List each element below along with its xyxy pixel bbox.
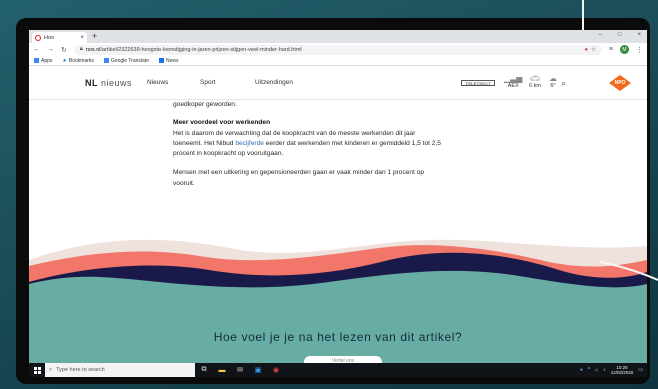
search-icon: ⌕ — [49, 366, 53, 373]
search-icon[interactable]: ⌕ — [561, 78, 566, 89]
bookmark-news[interactable]: News — [159, 58, 179, 64]
bookmark-star-icon[interactable]: ☆ — [591, 47, 596, 53]
window-controls: – □ × — [599, 32, 641, 38]
chrome-icon[interactable]: ◉ — [267, 363, 285, 377]
chart-icon: ▁▃▅ — [504, 74, 523, 83]
taskbar-search-placeholder: Type here to search — [56, 367, 105, 373]
reading-list-icon[interactable]: ≡ — [609, 46, 613, 53]
url-domain: nos.nl — [85, 46, 101, 53]
opera-icon — [35, 34, 41, 41]
apps-grid-icon — [34, 58, 39, 63]
tab-close-icon[interactable]: × — [80, 35, 84, 41]
taskbar-search[interactable]: ⌕ Type here to search — [45, 363, 195, 377]
lock-icon: 🔒︎ — [79, 46, 83, 52]
bookmark-google-translate[interactable]: Google Translate — [103, 58, 149, 64]
windows-logo-icon — [33, 366, 41, 374]
network-icon[interactable]: ⌂ — [595, 367, 598, 373]
tab-title: Hoo — [44, 34, 55, 41]
windows-taskbar: ⌕ Type here to search ⧉ ▬ ✉ ▣ ◉ ● ^ ⌂ ♪ … — [29, 363, 647, 377]
bookmark-apps[interactable]: Apps — [34, 58, 52, 64]
reload-icon[interactable]: ↻ — [61, 46, 67, 54]
minimize-button[interactable]: – — [599, 32, 602, 38]
npo-logo[interactable]: NPO — [609, 75, 631, 91]
volume-icon[interactable]: ♪ — [603, 367, 606, 373]
nos-logo[interactable]: NL nieuws — [85, 78, 132, 88]
site-header: NL nieuws Nieuws Sport Uitzendingen TELE… — [29, 66, 647, 100]
aex-widget[interactable]: ▁▃▅ AEX — [504, 74, 522, 89]
bookmarks-bar: Apps ★ Bookmarks Google Translate News — [29, 56, 647, 66]
new-tab-button[interactable]: + — [92, 31, 97, 41]
url-path: /artikel/2322639-hoogste-loonstijging-in… — [100, 46, 302, 53]
monitor-screen: Hoo × + – □ × ← → ↻ 🔒︎ nos.nl/artikel/23… — [29, 30, 647, 377]
file-explorer-icon[interactable]: ▬ — [213, 363, 231, 377]
maximize-button[interactable]: □ — [618, 32, 622, 38]
star-icon: ★ — [62, 57, 67, 64]
system-tray: ● ^ ⌂ ♪ 10:25 12/02/2020 ▭ — [580, 365, 647, 375]
task-view-icon[interactable]: ⧉ — [195, 363, 213, 377]
nav-uitzendingen[interactable]: Uitzendingen — [255, 79, 293, 86]
browser-tab-strip: Hoo × + – □ × — [29, 30, 647, 43]
feedback-question: Hoe voel je je na het lezen van dit arti… — [213, 330, 463, 344]
cloud-rain-icon: ☁︎ — [549, 74, 557, 83]
article-body: goedkoper geworden. Meer voordeel voor w… — [173, 100, 443, 189]
taskbar-clock[interactable]: 10:25 12/02/2020 — [611, 365, 634, 375]
article-paragraph: Het is daarom de verwachting dat de koop… — [173, 129, 441, 158]
forward-arrow-icon[interactable]: → — [47, 46, 54, 53]
translate-icon — [103, 58, 109, 63]
close-window-button[interactable]: × — [637, 32, 641, 38]
notifications-icon[interactable]: ▭ — [638, 367, 643, 373]
teletekst-button[interactable]: TELETEKST — [461, 80, 495, 86]
article-paragraph: Mensen met een uitkering en gepensioneer… — [173, 169, 425, 187]
browser-tab[interactable]: Hoo × — [32, 32, 87, 43]
traffic-widget[interactable]: 🚗︎ 6 km — [529, 74, 541, 89]
nav-nieuws[interactable]: Nieuws — [147, 79, 168, 86]
profile-avatar[interactable]: M — [620, 45, 629, 54]
weather-tray-icon[interactable]: ● — [580, 367, 583, 373]
decorative-waves — [29, 239, 647, 366]
article-text: goedkoper geworden. — [173, 101, 237, 108]
chevron-up-icon[interactable]: ^ — [588, 367, 590, 373]
desk-background: Hoo × + – □ × ← → ↻ 🔒︎ nos.nl/artikel/23… — [0, 0, 658, 389]
photoshop-icon[interactable]: ▣ — [249, 363, 267, 377]
start-button[interactable] — [29, 363, 45, 377]
article-subheading: Meer voordeel voor werkenden — [173, 119, 271, 127]
address-bar[interactable]: 🔒︎ nos.nl/artikel/2322639-hoogste-loonst… — [73, 44, 602, 55]
news-icon — [159, 58, 164, 63]
mail-icon[interactable]: ✉ — [231, 363, 249, 377]
car-icon: 🚗︎ — [529, 74, 541, 83]
nav-sport[interactable]: Sport — [200, 79, 216, 86]
becijferde-link[interactable]: becijferde — [235, 140, 264, 147]
bookmark-bookmarks[interactable]: ★ Bookmarks — [62, 58, 94, 64]
back-arrow-icon[interactable]: ← — [33, 46, 40, 53]
wave-teal — [29, 270, 647, 366]
menu-kebab-icon[interactable]: ⋮ — [636, 46, 643, 54]
weather-widget[interactable]: ☁︎ 6° — [549, 74, 557, 89]
extension-icon[interactable]: ● — [585, 47, 588, 53]
browser-toolbar: ← → ↻ 🔒︎ nos.nl/artikel/2322639-hoogste-… — [29, 43, 647, 56]
